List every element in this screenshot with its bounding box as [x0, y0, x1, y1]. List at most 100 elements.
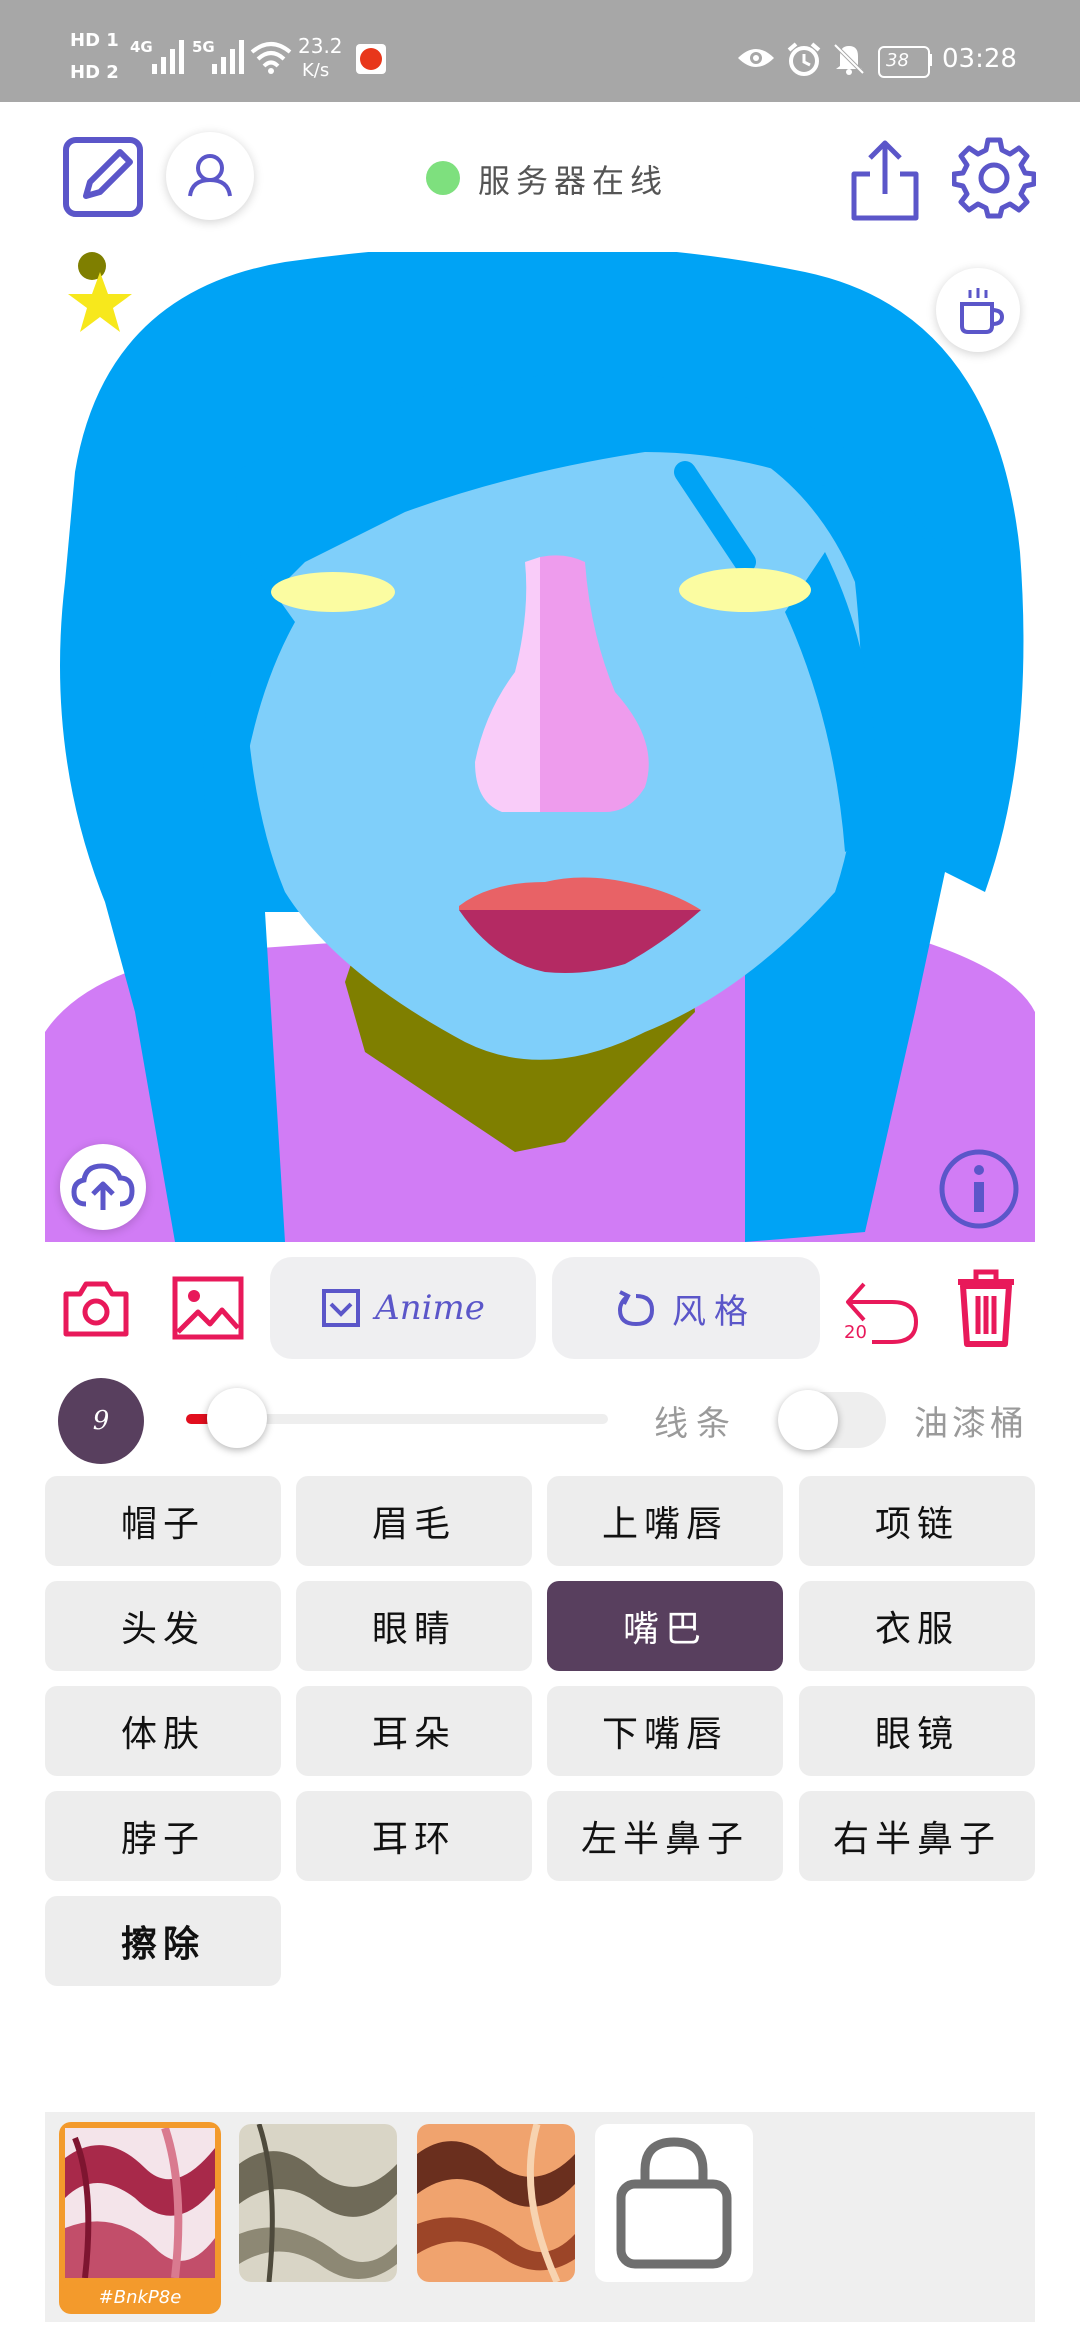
part-button-left-nose[interactable]: 左半鼻子 — [547, 1791, 783, 1881]
part-button-hair[interactable]: 头发 — [45, 1581, 281, 1671]
hd2-indicator: HD 2 — [70, 62, 119, 83]
brush-size-slider[interactable] — [186, 1388, 608, 1448]
drawing-canvas[interactable] — [45, 252, 1035, 1242]
toggle-knob — [778, 1390, 838, 1450]
gear-icon — [951, 137, 1037, 219]
net-speed-unit: K/s — [302, 60, 330, 81]
selected-style-tag: #BnkP8e — [98, 2287, 182, 2308]
part-label: 头发 — [120, 1609, 205, 1650]
part-button-clothes[interactable]: 衣服 — [799, 1581, 1035, 1671]
undo-button[interactable]: 20 — [842, 1270, 922, 1346]
clock: 03:28 — [942, 44, 1017, 74]
favorite-button[interactable] — [64, 252, 140, 346]
coffee-button[interactable] — [936, 268, 1020, 352]
part-button-earrings[interactable]: 耳环 — [296, 1791, 532, 1881]
part-label: 嘴巴 — [622, 1609, 707, 1650]
alarm-icon — [787, 42, 821, 76]
server-status-dot — [426, 161, 460, 195]
brush-size-value: 9 — [92, 1406, 110, 1436]
style-texture-orange — [417, 2124, 575, 2282]
style-thumb-selected[interactable]: #BnkP8e — [59, 2122, 221, 2314]
profile-button[interactable] — [166, 132, 254, 220]
undo-count: 20 — [844, 1322, 867, 1343]
style-texture-stone — [239, 2124, 397, 2282]
part-label: 体肤 — [120, 1714, 205, 1755]
part-button-upper-lip[interactable]: 上嘴唇 — [547, 1476, 783, 1566]
part-button-hat[interactable]: 帽子 — [45, 1476, 281, 1566]
status-bar: HD 1 HD 2 4G 5G 23.2 K/s 38 03:28 — [0, 0, 1080, 102]
info-icon — [939, 1149, 1019, 1229]
signal-icon-2 — [212, 40, 244, 74]
wifi-icon — [250, 42, 292, 74]
mute-bell-icon — [833, 43, 865, 75]
part-label: 衣服 — [874, 1609, 959, 1650]
part-label: 上嘴唇 — [601, 1504, 728, 1545]
camera-icon — [63, 1281, 129, 1337]
style-tray: #BnkP8e — [45, 2112, 1035, 2322]
part-label: 擦除 — [120, 1923, 205, 1965]
part-label: 项链 — [874, 1504, 959, 1545]
eye-comfort-icon — [738, 49, 774, 67]
network-4g: 4G — [130, 38, 153, 56]
slider-thumb[interactable] — [206, 1388, 267, 1448]
battery-icon: 38 — [878, 46, 930, 78]
share-button[interactable] — [848, 138, 922, 222]
gallery-button[interactable] — [172, 1276, 244, 1340]
image-icon — [172, 1276, 244, 1340]
style-label: 风格 — [672, 1291, 756, 1332]
part-button-mouth[interactable]: 嘴巴 — [547, 1581, 783, 1671]
part-button-necklace[interactable]: 项链 — [799, 1476, 1035, 1566]
hd1-indicator: HD 1 — [70, 30, 119, 51]
part-button-eyes[interactable]: 眼睛 — [296, 1581, 532, 1671]
app-notification-icon — [356, 44, 386, 74]
part-label: 脖子 — [120, 1819, 205, 1860]
star-icon — [68, 252, 132, 332]
signal-icon-1 — [152, 40, 184, 74]
part-label: 右半鼻子 — [832, 1819, 1001, 1860]
coffee-cup-icon — [960, 288, 1005, 334]
right-eye-region — [679, 568, 811, 612]
part-label: 眉毛 — [371, 1504, 456, 1545]
delete-button[interactable] — [954, 1268, 1018, 1348]
net-speed-value: 23.2 — [298, 34, 343, 58]
checkbox-icon — [322, 1289, 361, 1327]
part-button-ears[interactable]: 耳朵 — [296, 1686, 532, 1776]
part-button-lower-lip[interactable]: 下嘴唇 — [547, 1686, 783, 1776]
edit-icon — [63, 137, 143, 217]
cloud-upload-icon — [71, 1163, 135, 1210]
part-button-glasses[interactable]: 眼镜 — [799, 1686, 1035, 1776]
style-thumb-orange[interactable] — [417, 2124, 575, 2282]
settings-button[interactable] — [951, 136, 1037, 220]
part-label: 眼睛 — [371, 1609, 456, 1650]
part-button-eyebrows[interactable]: 眉毛 — [296, 1476, 532, 1566]
shopping-bag-icon — [616, 2137, 732, 2269]
share-icon — [851, 140, 919, 221]
part-button-skin[interactable]: 体肤 — [45, 1686, 281, 1776]
bucket-mode-label: 油漆桶 — [914, 1404, 1028, 1444]
line-mode-label: 线条 — [654, 1404, 738, 1444]
part-label: 耳朵 — [371, 1714, 456, 1755]
fill-mode-toggle[interactable] — [778, 1390, 886, 1450]
style-texture-pink — [65, 2128, 215, 2278]
part-button-right-nose[interactable]: 右半鼻子 — [799, 1791, 1035, 1881]
user-icon — [188, 154, 232, 197]
battery-tip — [928, 54, 932, 66]
part-label: 耳环 — [371, 1819, 456, 1860]
part-button-neck[interactable]: 脖子 — [45, 1791, 281, 1881]
anime-mode-button[interactable]: Anime — [270, 1257, 536, 1359]
refresh-icon — [617, 1290, 655, 1327]
left-eye-region — [271, 572, 395, 612]
style-store-button[interactable] — [595, 2124, 753, 2282]
upload-button[interactable] — [60, 1144, 146, 1230]
edit-button[interactable] — [62, 136, 146, 220]
part-label: 帽子 — [120, 1504, 205, 1545]
trash-icon — [958, 1269, 1014, 1347]
style-button[interactable]: 风格 — [552, 1257, 820, 1359]
part-label: 左半鼻子 — [580, 1819, 749, 1860]
part-button-eraser[interactable]: 擦除 — [45, 1896, 281, 1986]
style-thumb-stone[interactable] — [239, 2124, 397, 2282]
camera-button[interactable] — [62, 1278, 130, 1338]
brush-size-badge[interactable]: 9 — [58, 1378, 144, 1464]
info-button[interactable] — [938, 1148, 1020, 1230]
anime-label: Anime — [375, 1288, 485, 1328]
